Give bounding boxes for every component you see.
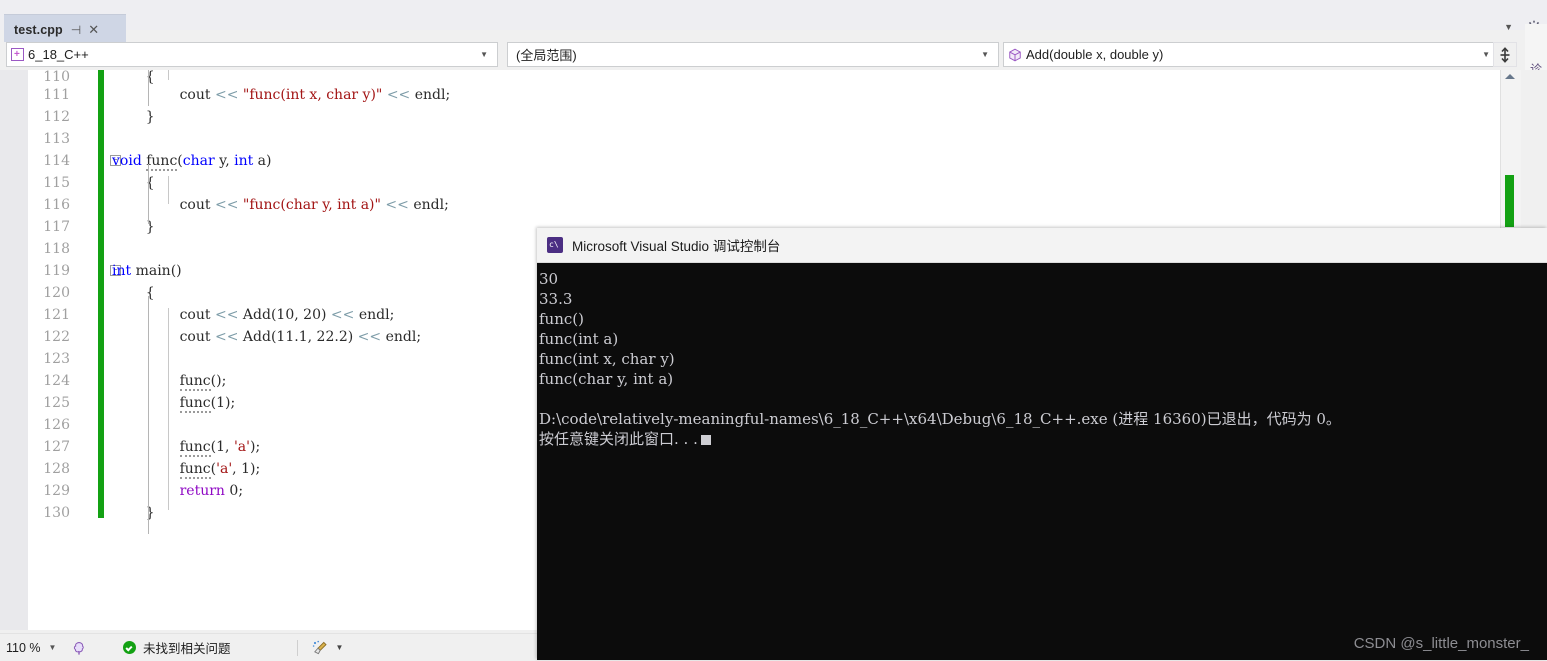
zoom-level-value: 110 % [6, 640, 41, 655]
code-line[interactable]: 114– void func(char y, int a) [0, 150, 1500, 172]
code-line[interactable]: 116 cout << "func(char y, int a)" << endl… [0, 194, 1500, 216]
editor-tab-test-cpp[interactable]: test.cpp ⊣ ✕ [4, 14, 126, 44]
line-content: int main() [112, 263, 182, 279]
scope-selector-value: (全局范围) [516, 48, 577, 63]
debug-console-window[interactable]: Microsoft Visual Studio 调试控制台 30 33.3 func… [537, 228, 1547, 660]
close-icon[interactable]: ✕ [88, 23, 99, 36]
indent-guide [167, 176, 169, 204]
chevron-down-icon[interactable]: ▼ [476, 50, 495, 59]
check-circle-icon [123, 641, 136, 654]
editor-tab-strip: test.cpp ⊣ ✕ ▼ [0, 0, 1547, 44]
line-content: func('a', 1); [179, 461, 261, 479]
line-content: cout << Add(11.1, 22.2) << endl; [179, 329, 422, 345]
console-title-bar[interactable]: Microsoft Visual Studio 调试控制台 [537, 228, 1547, 263]
error-status-label: 未找到相关问题 [143, 642, 231, 656]
navigation-bar: + 6_18_C++ ▼ (全局范围) ▼ Add(double x, doub… [0, 42, 1547, 70]
line-number: 126 [43, 417, 70, 433]
line-content: cout << "func(char y, int a)" << endl; [179, 197, 449, 213]
console-line: 按任意键关闭此窗口. . . [539, 429, 1547, 449]
line-number: 128 [43, 461, 70, 477]
console-output: 30 33.3 func() func(int a) func(int x, char … [537, 263, 1547, 449]
line-number: 127 [43, 439, 70, 455]
code-cleanup-control[interactable]: ▼ [312, 640, 344, 656]
indent-guide [147, 296, 149, 534]
editor-tab-label: test.cpp [14, 22, 63, 37]
error-status[interactable]: 未找到相关问题 [123, 638, 231, 657]
member-selector-value: Add(double x, double y) [1026, 47, 1164, 62]
code-line[interactable]: 112} [0, 106, 1500, 128]
line-number: 113 [43, 131, 70, 147]
scrollbar-change-marker [1505, 175, 1514, 227]
scope-selector-dropdown[interactable]: (全局范围) ▼ [507, 42, 999, 67]
line-content: } [145, 109, 155, 125]
code-cleanup-icon[interactable] [312, 640, 329, 656]
console-line: D:\code\relatively-meaningful-names\6_18… [539, 410, 1341, 428]
indent-guide [147, 164, 149, 224]
line-number: 122 [43, 329, 70, 345]
chevron-down-icon[interactable]: ▼ [49, 643, 57, 652]
cmd-prompt-icon [547, 237, 563, 253]
chevron-down-icon[interactable]: ▼ [977, 50, 996, 59]
line-content: return 0; [179, 483, 244, 499]
line-number: 117 [43, 219, 70, 235]
indent-guide [167, 70, 169, 80]
project-selector-dropdown[interactable]: + 6_18_C++ ▼ [6, 42, 498, 67]
line-number: 115 [43, 175, 70, 191]
chevron-down-icon[interactable]: ▼ [1504, 22, 1513, 32]
console-line: func() [539, 310, 584, 328]
indent-guide [147, 70, 149, 106]
console-title-label: Microsoft Visual Studio 调试控制台 [572, 239, 781, 254]
scroll-up-arrow-icon[interactable] [1505, 74, 1515, 79]
console-line: 30 [539, 270, 559, 288]
line-number: 119 [43, 263, 70, 279]
line-content: cout << Add(10, 20) << endl; [179, 307, 395, 323]
pin-icon[interactable]: ⊣ [71, 23, 81, 37]
console-line: func(int a) [539, 330, 619, 348]
line-number: 121 [43, 307, 70, 323]
line-content: func(); [179, 373, 227, 391]
line-number: 116 [43, 197, 70, 213]
watermark: CSDN @s_little_monster_ [1353, 635, 1529, 652]
indent-guide [167, 308, 169, 510]
console-caret [700, 435, 711, 445]
line-number: 123 [43, 351, 70, 367]
change-indicator-bar [98, 70, 104, 518]
line-number: 130 [43, 505, 70, 521]
line-content: func(1); [179, 395, 236, 413]
line-number: 112 [43, 109, 70, 125]
line-number: 129 [43, 483, 70, 499]
console-line: 33.3 [539, 290, 573, 308]
line-content: cout << "func(int x, char y)" << endl; [179, 87, 451, 103]
console-line: func(char y, int a) [539, 370, 674, 388]
member-selector-dropdown[interactable]: Add(double x, double y) ▼ [1003, 42, 1500, 67]
cube-icon [1009, 48, 1021, 61]
line-number: 125 [43, 395, 70, 411]
line-number: 110 [43, 70, 70, 84]
code-line[interactable]: 110{ [0, 70, 1500, 84]
code-line[interactable]: 113 [0, 128, 1500, 150]
line-number: 124 [43, 373, 70, 389]
zoom-level-control[interactable]: 110 % ▼ [0, 637, 66, 659]
line-number: 114 [43, 153, 70, 169]
line-number: 120 [43, 285, 70, 301]
project-selector-value: 6_18_C++ [28, 47, 89, 62]
split-editor-icon[interactable] [1493, 42, 1517, 67]
code-line[interactable]: 115{ [0, 172, 1500, 194]
line-number: 118 [43, 241, 70, 257]
intellicode-icon[interactable] [72, 640, 88, 656]
chevron-down-icon[interactable]: ▼ [336, 643, 344, 652]
console-line: func(int x, char y) [539, 350, 675, 368]
line-content: void func(char y, int a) [112, 153, 272, 171]
line-number: 111 [43, 87, 70, 103]
line-content: func(1, 'a'); [179, 439, 261, 457]
project-icon: + [11, 48, 24, 61]
code-line[interactable]: 111 cout << "func(int x, char y)" << endl… [0, 84, 1500, 106]
